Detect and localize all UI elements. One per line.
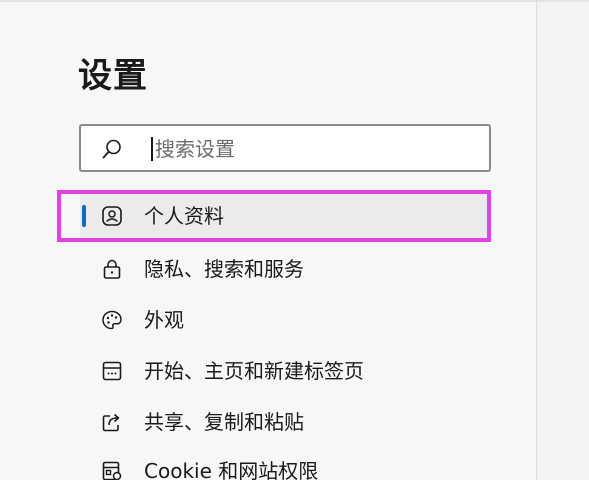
sidebar-item-label: 外观 — [144, 308, 184, 332]
sidebar-item-profile[interactable]: 个人资料 — [80, 193, 490, 239]
sidebar-item-label: 开始、主页和新建标签页 — [144, 359, 364, 383]
sidebar-item-site-permissions[interactable]: Cookie 和网站权限 — [80, 448, 490, 480]
search-box[interactable] — [79, 124, 491, 172]
share-icon — [102, 413, 120, 432]
site-permissions-icon — [102, 461, 122, 480]
top-border — [0, 0, 589, 2]
start-home-icon — [102, 361, 122, 381]
sidebar-item-appearance[interactable]: 外观 — [80, 297, 490, 343]
lock-icon — [103, 259, 121, 279]
text-caret — [151, 137, 153, 161]
sidebar-item-privacy[interactable]: 隐私、搜索和服务 — [80, 246, 490, 292]
sidebar-item-start-home[interactable]: 开始、主页和新建标签页 — [80, 348, 490, 394]
page-title: 设置 — [78, 56, 148, 96]
sidebar-item-label: Cookie 和网站权限 — [144, 459, 319, 480]
active-indicator — [82, 205, 86, 227]
sidebar-item-label: 共享、复制和粘贴 — [144, 410, 304, 434]
settings-window: 设置 个人资料 隐私、搜索和服务 — [0, 0, 589, 480]
profile-icon — [102, 206, 122, 226]
sidebar-item-label: 隐私、搜索和服务 — [144, 257, 304, 281]
palette-icon — [102, 310, 122, 330]
content-pane — [537, 2, 589, 480]
sidebar-item-share[interactable]: 共享、复制和粘贴 — [80, 399, 490, 445]
sidebar-item-label: 个人资料 — [144, 204, 224, 228]
search-input[interactable] — [155, 134, 475, 164]
search-icon — [102, 139, 121, 159]
